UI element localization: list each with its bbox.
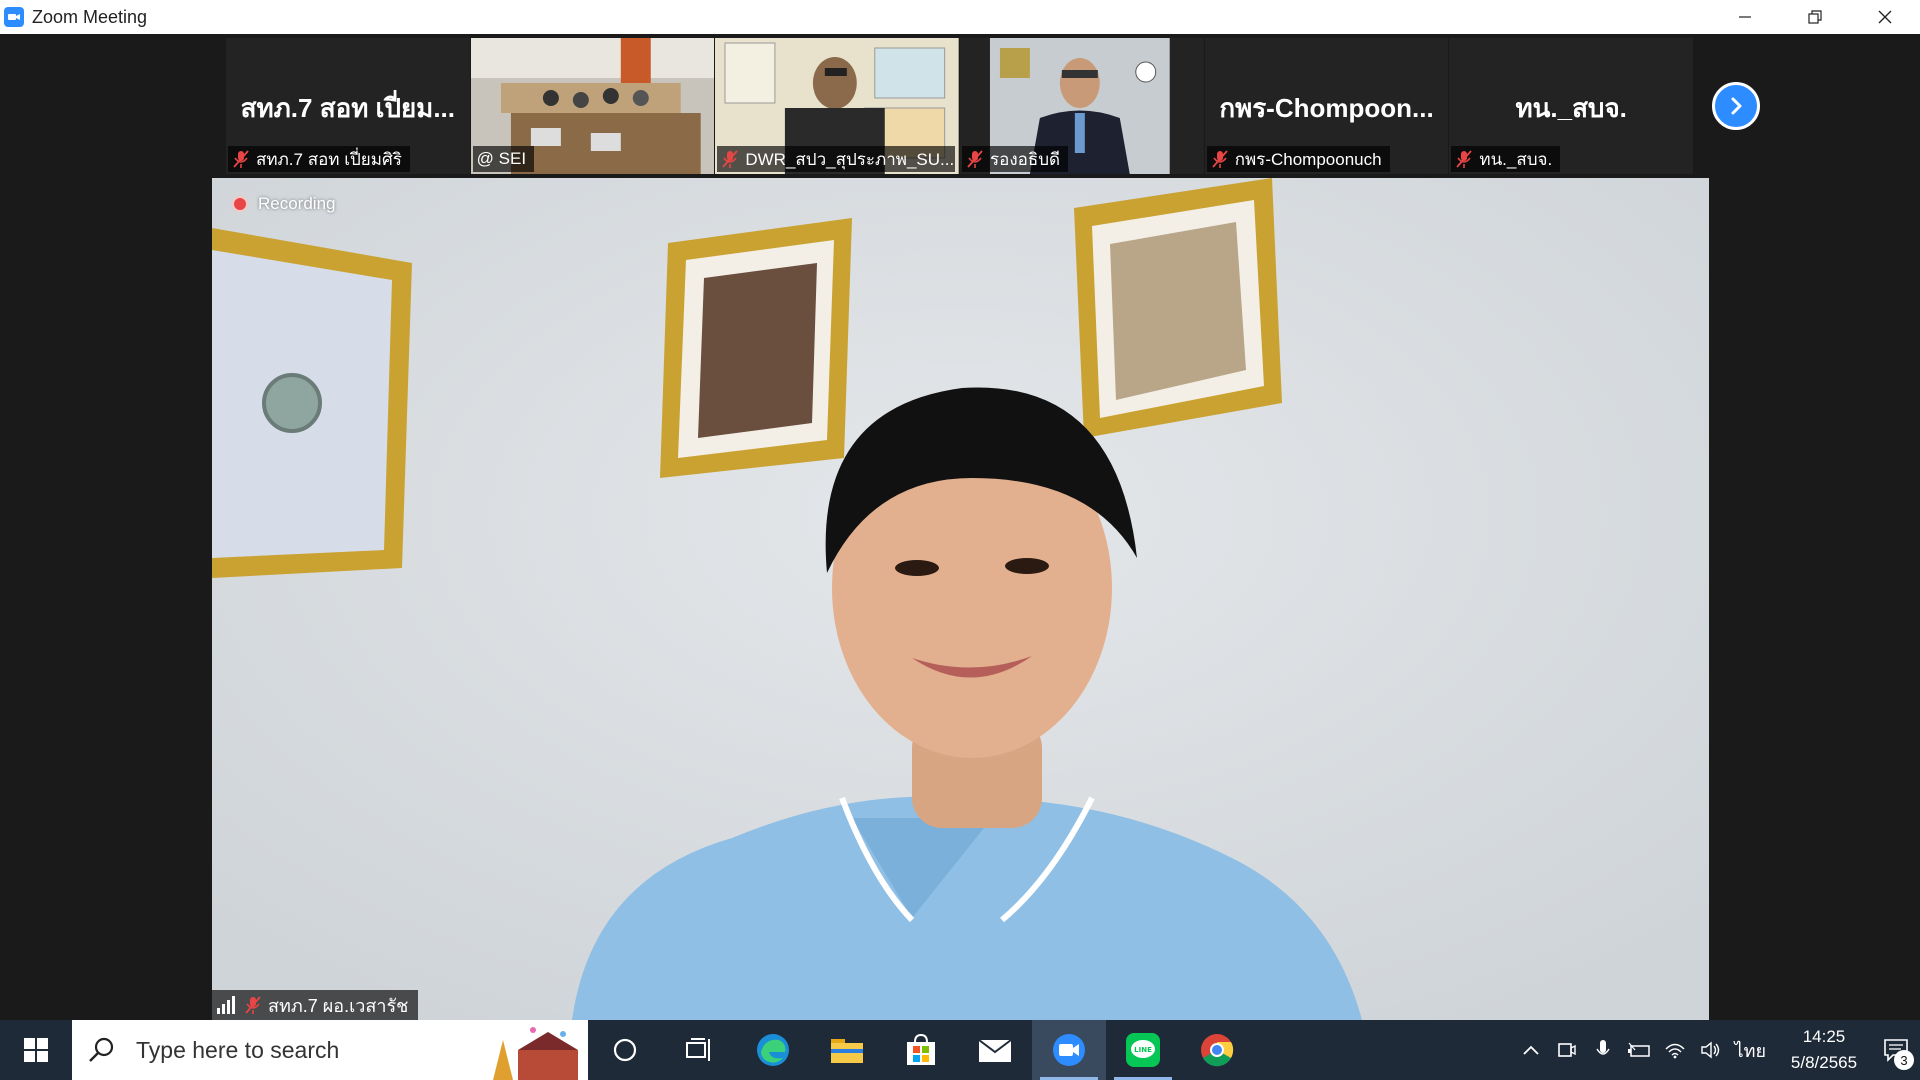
start-button[interactable]: [0, 1020, 72, 1080]
recording-indicator: Recording: [232, 194, 336, 214]
participant-strip: สทภ.7 สอท เปี่ยม... สทภ.7 สอท เปี่ยมศิริ…: [226, 38, 1694, 174]
participant-label: @ SEI: [472, 146, 535, 172]
taskbar: Type here to search LINE ไทย 14:25 5/8/2…: [0, 1020, 1920, 1080]
system-tray: ไทย 14:25 5/8/2565 3: [1513, 1020, 1920, 1080]
search-highlight-art: [478, 1020, 588, 1080]
participant-label-text: @ SEI: [476, 149, 527, 168]
mic-muted-icon: [1212, 150, 1228, 168]
line-app-icon: LINE: [1126, 1033, 1160, 1067]
speaker-video-frame: [212, 178, 1709, 1020]
volume-icon: [1700, 1041, 1719, 1059]
participant-tile[interactable]: ทน._สบจ. ทน._สบจ.: [1449, 38, 1694, 174]
taskbar-chrome[interactable]: [1180, 1020, 1254, 1080]
mic-muted-icon: [233, 150, 249, 168]
tray-wifi[interactable]: [1657, 1020, 1693, 1080]
participant-tile[interactable]: รองอธิบดี: [960, 38, 1204, 174]
mic-muted-icon: [1456, 150, 1473, 168]
participant-name-large: กพร-Chompoon...: [1219, 93, 1434, 123]
taskbar-mail[interactable]: [958, 1020, 1032, 1080]
minimize-button[interactable]: [1710, 0, 1780, 34]
battery-icon: [1627, 1042, 1650, 1057]
participant-label: กพร-Chompoonuch: [1206, 146, 1390, 172]
participant-tile[interactable]: DWR_สปว_สุประภาพ_SU...: [715, 38, 960, 174]
participant-label: รองอธิบดี: [962, 146, 1069, 172]
camera-icon: [1557, 1043, 1576, 1057]
tray-microphone[interactable]: [1585, 1020, 1621, 1080]
task-view-icon: [686, 1038, 710, 1061]
participant-label: DWR_สปว_สุประภาพ_SU...: [717, 146, 956, 172]
clock-time: 14:25: [1802, 1027, 1846, 1046]
next-page-button[interactable]: [1712, 82, 1760, 130]
chrome-icon: [1201, 1034, 1234, 1067]
task-view-button[interactable]: [662, 1020, 736, 1080]
taskbar-store[interactable]: [884, 1020, 958, 1080]
tray-volume[interactable]: [1693, 1020, 1729, 1080]
taskbar-zoom[interactable]: [1032, 1020, 1106, 1080]
signal-strength-icon: [217, 996, 235, 1014]
zoom-app-icon: [4, 7, 24, 27]
speaker-name: สทภ.7 ผอ.เวสารัช: [268, 995, 409, 1016]
mic-muted-icon: [245, 996, 261, 1014]
edge-icon: [757, 1034, 789, 1066]
mic-muted-icon: [967, 150, 983, 168]
title-bar: Zoom Meeting: [0, 0, 1920, 34]
participant-label-text: รองอธิบดี: [990, 149, 1061, 169]
participant-name-large: สทภ.7 สอท เปี่ยม...: [240, 93, 455, 123]
participant-tile[interactable]: กพร-Chompoon... กพร-Chompoonuch: [1204, 38, 1449, 174]
input-language-indicator[interactable]: ไทย: [1735, 1036, 1766, 1065]
taskbar-file-explorer[interactable]: [810, 1020, 884, 1080]
speaker-label: สทภ.7 ผอ.เวสารัช: [212, 990, 419, 1020]
participant-label-text: สทภ.7 สอท เปี่ยมศิริ: [256, 149, 402, 169]
participant-label: สทภ.7 สอท เปี่ยมศิริ: [228, 146, 410, 172]
restore-button[interactable]: [1780, 0, 1850, 34]
participant-name-large: ทน._สบจ.: [1515, 93, 1627, 123]
cortana-icon: [613, 1038, 637, 1062]
tray-battery[interactable]: [1621, 1020, 1657, 1080]
action-center-button[interactable]: 3: [1872, 1020, 1920, 1080]
notification-count-badge: 3: [1894, 1050, 1914, 1070]
active-speaker-video: Recording สทภ.7 ผอ.เวสารัช: [212, 178, 1709, 1020]
mail-icon: [978, 1039, 1012, 1062]
windows-logo-icon: [24, 1038, 48, 1062]
participant-tile[interactable]: @ SEI: [470, 38, 715, 174]
taskbar-search-box[interactable]: Type here to search: [72, 1020, 588, 1080]
microphone-icon: [1595, 1040, 1610, 1055]
participant-label-text: DWR_สปว_สุประภาพ_SU...: [745, 149, 955, 169]
taskbar-edge[interactable]: [736, 1020, 810, 1080]
clock-date: 5/8/2565: [1790, 1053, 1858, 1072]
participant-label-text: ทน._สบจ.: [1479, 149, 1553, 169]
recording-label: Recording: [258, 194, 336, 213]
tray-camera[interactable]: [1549, 1020, 1585, 1080]
chevron-right-icon: [1731, 97, 1742, 115]
mic-muted-icon: [722, 150, 739, 168]
taskbar-clock[interactable]: 14:25 5/8/2565: [1776, 1024, 1872, 1076]
wifi-icon: [1665, 1043, 1685, 1059]
folder-icon: [831, 1039, 863, 1063]
search-placeholder: Type here to search: [136, 1036, 340, 1063]
close-button[interactable]: [1850, 0, 1920, 34]
taskbar-line[interactable]: LINE: [1106, 1020, 1180, 1080]
chevron-up-icon: [1522, 1045, 1539, 1055]
zoom-icon: [1053, 1034, 1085, 1066]
participant-label: ทน._สบจ.: [1451, 146, 1561, 172]
participant-tile[interactable]: สทภ.7 สอท เปี่ยม... สทภ.7 สอท เปี่ยมศิริ: [226, 38, 470, 174]
cortana-button[interactable]: [588, 1020, 662, 1080]
store-icon: [907, 1033, 935, 1065]
participant-label-text: กพร-Chompoonuch: [1234, 149, 1382, 169]
window-title: Zoom Meeting: [32, 6, 148, 27]
search-icon: [89, 1037, 114, 1062]
recording-dot-icon: [232, 196, 248, 212]
svg-text:LINE: LINE: [1134, 1046, 1152, 1054]
show-hidden-icons-button[interactable]: [1513, 1020, 1549, 1080]
meeting-area: สทภ.7 สอท เปี่ยม... สทภ.7 สอท เปี่ยมศิริ…: [0, 34, 1920, 1020]
